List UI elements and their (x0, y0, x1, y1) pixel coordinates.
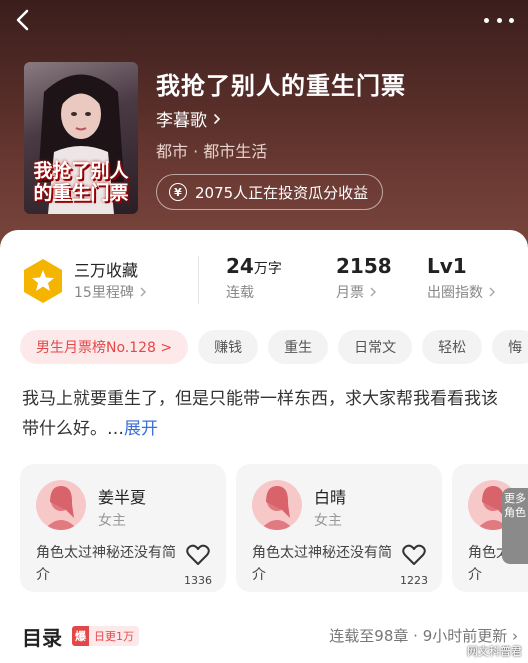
update-rate: 日更1万 (89, 626, 139, 646)
character-desc: 角色太过神秘还没有简介 (36, 545, 176, 583)
character-role: 女主 (98, 513, 126, 529)
cover-title: 我抢了别人的重生门票 (33, 160, 129, 204)
milestone-label: 15里程碑 (74, 285, 134, 301)
toc-title: 目录 (22, 626, 62, 650)
back-button[interactable] (10, 6, 38, 34)
popularity-label: 出圈指数 (427, 285, 483, 301)
synopsis-text: 我马上就要重生了，但是只能带一样东西，求大家帮我看看我该带什么好。… (22, 389, 498, 439)
character-name: 姜半夏 (98, 488, 147, 507)
character-card[interactable]: 白晴 女主 角色太过神秘还没有简介 1223 (236, 464, 442, 592)
tag-chip[interactable]: 赚钱 (198, 330, 259, 364)
synopsis[interactable]: 我马上就要重生了，但是只能带一样东西，求大家帮我看看我该带什么好。…展开 (22, 384, 512, 444)
book-detail-panel: 三万收藏 15里程碑 24万字 连载 2158 月票 Lv1 出圈指数 男生月票… (0, 230, 528, 663)
word-count-label: 连载 (226, 285, 254, 301)
book-title: 我抢了别人的重生门票 (156, 72, 406, 100)
star-badge-icon (24, 259, 62, 303)
tag-chip[interactable]: 日常文 (338, 330, 413, 364)
word-count-stat: 24万字 连载 (226, 254, 282, 302)
word-count-unit: 万字 (253, 261, 282, 277)
more-button[interactable] (484, 10, 514, 30)
invest-text: 2075人正在投资瓜分收益 (195, 183, 369, 202)
character-desc: 角色太过神秘还没有简介 (252, 545, 392, 583)
popularity-value: Lv1 (427, 254, 467, 278)
book-cover[interactable]: 我抢了别人的重生门票 (24, 62, 138, 214)
divider (198, 256, 199, 304)
monthly-ticket-stat[interactable]: 2158 月票 (336, 254, 392, 302)
expand-link[interactable]: 展开 (124, 419, 158, 439)
silhouette-icon (44, 486, 78, 530)
like-count: 1336 (184, 574, 212, 587)
tag-chip[interactable]: 悔 (492, 330, 528, 364)
tag-list: 男生月票榜No.128 > 赚钱 重生 日常文 轻松 悔 (20, 330, 528, 364)
monthly-ticket-label: 月票 (336, 285, 364, 301)
chevron-right-icon (140, 287, 146, 297)
chevron-right-icon (489, 287, 496, 297)
character-list: 姜半夏 女主 角色太过神秘还没有简介 1336 白晴 女主 角色太过神秘还没有简… (20, 464, 528, 592)
avatar (36, 480, 86, 530)
update-badge: 爆 日更1万 (72, 626, 139, 646)
monthly-ticket-value: 2158 (336, 254, 392, 278)
yen-coin-icon: ¥ (169, 183, 187, 201)
heart-icon (186, 544, 210, 565)
book-header: 我抢了别人的重生门票 我抢了别人的重生门票 李暮歌 都市 · 都市生活 ¥ 20… (0, 0, 528, 250)
chevron-left-icon (16, 9, 29, 31)
chevron-right-icon (214, 113, 221, 124)
character-role: 女主 (314, 513, 342, 529)
more-dot (484, 17, 489, 23)
like-button[interactable]: 1223 (400, 544, 428, 587)
silhouette-icon (260, 486, 294, 530)
heart-icon (402, 544, 426, 565)
like-button[interactable]: 1336 (184, 544, 212, 587)
collect-count: 三万收藏 (74, 261, 139, 280)
rank-tag[interactable]: 男生月票榜No.128 > (20, 330, 189, 364)
author-link[interactable]: 李暮歌 (156, 106, 223, 131)
genre-label: 都市 · 都市生活 (156, 142, 268, 161)
more-dot (496, 17, 502, 23)
chevron-right-icon (370, 287, 377, 297)
tag-chip[interactable]: 轻松 (422, 330, 483, 364)
popularity-stat[interactable]: Lv1 出圈指数 (427, 254, 497, 302)
like-count: 1223 (400, 574, 428, 587)
more-dot (509, 17, 514, 23)
fire-badge-icon: 爆 (72, 626, 89, 646)
more-characters-button[interactable]: 更多角色 (502, 488, 528, 564)
avatar (252, 480, 302, 530)
table-of-contents[interactable]: 目录 爆 日更1万 连载至98章 · 9小时前更新 › (22, 622, 528, 652)
character-card[interactable]: 姜半夏 女主 角色太过神秘还没有简介 1336 (20, 464, 226, 592)
invest-button[interactable]: ¥ 2075人正在投资瓜分收益 (156, 174, 384, 210)
stats-row: 三万收藏 15里程碑 24万字 连载 2158 月票 Lv1 出圈指数 (0, 250, 528, 314)
character-name: 白晴 (314, 488, 347, 507)
milestone-link[interactable]: 15里程碑 (74, 282, 148, 302)
tag-chip[interactable]: 重生 (268, 330, 329, 364)
word-count-value: 24 (226, 254, 254, 278)
author-name: 李暮歌 (156, 111, 207, 131)
watermark: 网文科普君 (467, 645, 522, 658)
